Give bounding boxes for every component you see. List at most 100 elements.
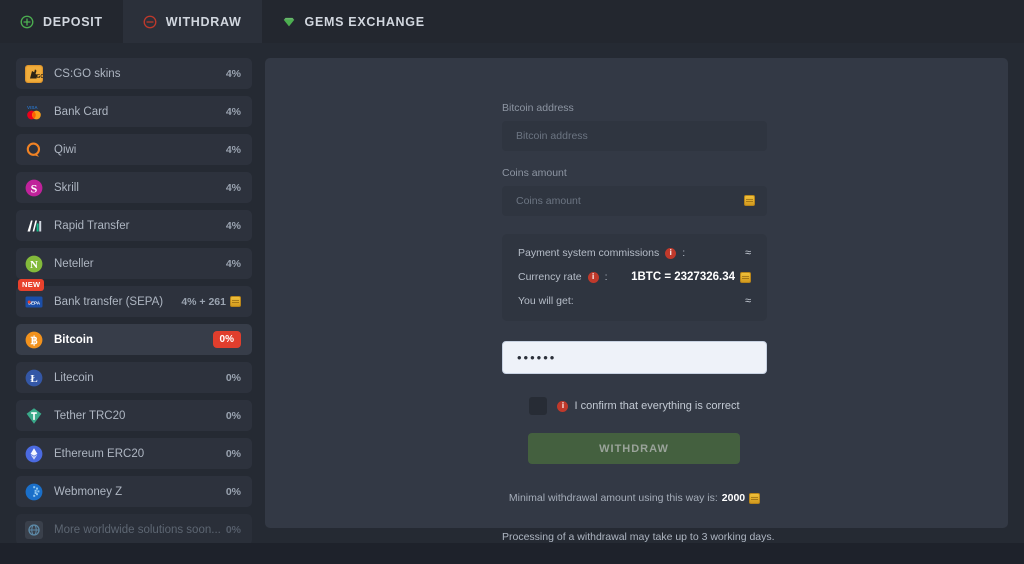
you-will-get-value: ≈	[744, 295, 751, 307]
bitcoin-address-input[interactable]: Bitcoin address	[502, 121, 767, 151]
summary-row-you-will-get: You will get: ≈	[518, 295, 751, 307]
payment-method-fee: 0%	[225, 447, 241, 460]
confirm-checkbox[interactable]	[529, 397, 548, 415]
payment-method-fee: 0%	[225, 523, 241, 536]
confirm-text: I confirm that everything is correct	[574, 400, 740, 412]
page-body: GO CS:GO skins 4% VISA Bank Card 4% Qiwi…	[0, 43, 1024, 564]
summary-box: Payment system commissions i : ≈ Currenc…	[502, 234, 767, 321]
sepa-icon: SEPA	[25, 293, 43, 311]
payment-method-label: Skrill	[54, 181, 79, 194]
payment-method-qiwi[interactable]: Qiwi 4%	[16, 134, 252, 165]
summary-row-commission: Payment system commissions i : ≈	[518, 247, 751, 259]
payment-method-label: Bitcoin	[54, 333, 93, 346]
payment-method-tether-trc20[interactable]: Tether TRC20 0%	[16, 400, 252, 431]
payment-method-more-solutions: More worldwide solutions soon... 0%	[16, 514, 252, 545]
info-icon[interactable]: i	[665, 247, 677, 259]
address-field-label: Bitcoin address	[502, 102, 574, 114]
tab-gems-exchange-label: GEMS EXCHANGE	[304, 14, 425, 29]
payment-method-fee: 0%	[225, 409, 241, 422]
info-icon[interactable]: i	[557, 400, 569, 412]
payment-method-fee: 4% + 261	[181, 296, 241, 308]
payment-method-ethereum-erc20[interactable]: Ethereum ERC20 0%	[16, 438, 252, 469]
svg-text:Ł: Ł	[30, 373, 37, 385]
payment-method-label: More worldwide solutions soon...	[54, 523, 221, 536]
ethereum-icon	[25, 445, 43, 463]
payment-method-fee: 0%	[225, 371, 241, 384]
withdraw-form: Bitcoin address Bitcoin address Coins am…	[502, 102, 775, 564]
payment-method-bitcoin[interactable]: ฿ Bitcoin 0%	[16, 324, 252, 355]
rate-value: 1BTC = 2327326.34	[631, 271, 735, 283]
new-badge: NEW	[18, 279, 45, 291]
minimal-withdrawal-note: Minimal withdrawal amount using this way…	[502, 492, 767, 504]
tab-withdraw[interactable]: WITHDRAW	[122, 0, 262, 43]
payment-method-fee: 4%	[225, 181, 241, 194]
payment-method-fee: 0%	[225, 485, 241, 498]
tab-deposit-label: DEPOSIT	[43, 14, 103, 29]
litecoin-icon: Ł	[25, 369, 43, 387]
payment-method-csgo-skins[interactable]: GO CS:GO skins 4%	[16, 58, 252, 89]
withdraw-page: DEPOSIT WITHDRAW GEMS EXCHANGE GO CS:GO …	[0, 0, 1024, 564]
rapid-icon	[25, 217, 43, 235]
tab-gems-exchange[interactable]: GEMS EXCHANGE	[262, 0, 445, 43]
rate-value-wrap: 1BTC = 2327326.34	[631, 271, 751, 283]
bankcard-icon: VISA	[25, 103, 43, 121]
coin-icon	[740, 271, 751, 283]
tether-icon	[25, 407, 43, 425]
svg-text:VISA: VISA	[27, 105, 38, 110]
payment-method-label: CS:GO skins	[54, 67, 121, 80]
coins-amount-input[interactable]: Coins amount	[502, 186, 767, 216]
payment-method-neteller[interactable]: N Neteller 4%	[16, 248, 252, 279]
payment-method-bank-transfer-sepa[interactable]: NEW SEPA Bank transfer (SEPA) 4% + 261	[16, 279, 252, 317]
withdraw-button[interactable]: WITHDRAW	[528, 433, 740, 464]
payment-method-label: Bank Card	[54, 105, 109, 118]
minimal-withdrawal-prefix: Minimal withdrawal amount using this way…	[508, 492, 718, 504]
payment-method-label: Litecoin	[54, 371, 94, 384]
payment-method-fee-text: 4% + 261	[181, 295, 226, 308]
commission-label: Payment system commissions	[518, 247, 660, 259]
rate-colon: :	[604, 271, 608, 283]
payment-method-label: Webmoney Z	[54, 485, 123, 498]
coins-amount-placeholder: Coins amount	[516, 195, 581, 207]
svg-text:฿: ฿	[31, 335, 38, 347]
coin-icon	[749, 492, 761, 504]
plus-circle-icon	[20, 15, 34, 29]
coin-icon	[230, 296, 241, 307]
rate-label: Currency rate	[518, 271, 582, 283]
svg-text:GO: GO	[37, 74, 44, 80]
svg-text:N: N	[30, 259, 38, 271]
payment-methods-list: GO CS:GO skins 4% VISA Bank Card 4% Qiwi…	[16, 58, 252, 545]
password-input[interactable]: ••••••	[502, 341, 767, 374]
payment-method-fee: 4%	[225, 257, 241, 270]
payment-method-rapid-transfer[interactable]: Rapid Transfer 4%	[16, 210, 252, 241]
main-tabbar: DEPOSIT WITHDRAW GEMS EXCHANGE	[0, 0, 1024, 43]
payment-method-fee: 4%	[225, 219, 241, 232]
commission-colon: :	[682, 247, 686, 259]
minimal-withdrawal-amount: 2000	[721, 492, 746, 504]
bitcoin-icon: ฿	[25, 331, 43, 349]
payment-method-label: Ethereum ERC20	[54, 447, 145, 460]
tab-deposit[interactable]: DEPOSIT	[0, 0, 123, 43]
payment-method-label: Bank transfer (SEPA)	[54, 295, 164, 308]
qiwi-icon	[25, 141, 43, 159]
payment-method-bank-card[interactable]: VISA Bank Card 4%	[16, 96, 252, 127]
coin-icon	[744, 195, 755, 206]
globe-icon	[25, 520, 43, 539]
confirm-label: i I confirm that everything is correct	[557, 400, 740, 412]
payment-method-label: Rapid Transfer	[54, 219, 130, 232]
gem-icon	[282, 15, 296, 29]
payment-method-label: Neteller	[54, 257, 94, 270]
payment-method-skrill[interactable]: S Skrill 4%	[16, 172, 252, 203]
csgo-icon: GO	[25, 64, 44, 83]
info-icon[interactable]: i	[587, 271, 599, 283]
skrill-icon: S	[25, 179, 43, 197]
password-value: ••••••	[517, 350, 557, 365]
webmoney-icon	[25, 483, 43, 501]
summary-row-rate: Currency rate i : 1BTC = 2327326.34	[518, 271, 751, 283]
payment-method-fee: 0%	[212, 331, 241, 348]
confirm-row: i I confirm that everything is correct	[502, 397, 767, 415]
tab-withdraw-label: WITHDRAW	[165, 14, 242, 29]
withdraw-panel: Bitcoin address Bitcoin address Coins am…	[265, 58, 1008, 564]
payment-method-label: Qiwi	[54, 143, 77, 156]
payment-method-litecoin[interactable]: Ł Litecoin 0%	[16, 362, 252, 393]
payment-method-webmoney-z[interactable]: Webmoney Z 0%	[16, 476, 252, 507]
